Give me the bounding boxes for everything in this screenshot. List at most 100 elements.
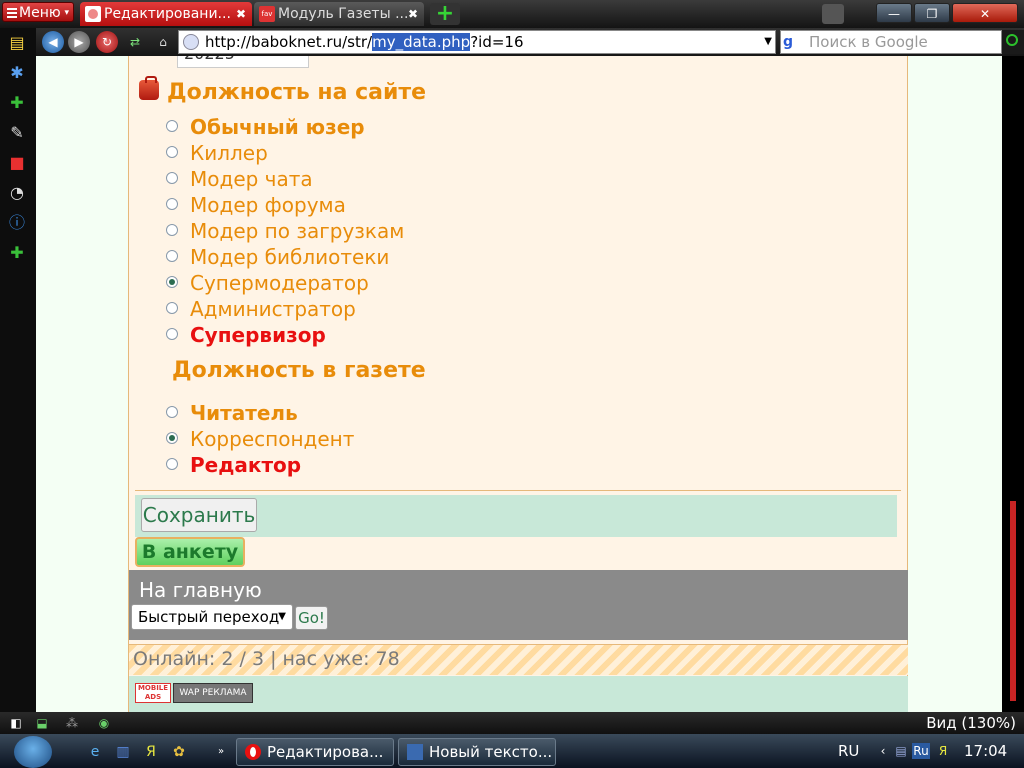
notepad-icon[interactable]: ✎ xyxy=(8,124,26,142)
radio-button[interactable] xyxy=(166,276,178,288)
radio-button[interactable] xyxy=(166,302,178,314)
minimize-button[interactable]: — xyxy=(876,3,912,23)
opera-icon xyxy=(245,744,261,760)
radio-button[interactable] xyxy=(166,198,178,210)
notepad-icon xyxy=(407,744,423,760)
panel-sidebar: ▤ ✱ ✚ ✎ ■ ◔ ⓘ ✚ xyxy=(0,28,36,712)
radio-label: Супервизор xyxy=(190,323,326,347)
radio-label: Модер библиотеки xyxy=(190,245,390,269)
search-box: g xyxy=(780,30,1002,54)
go-button[interactable]: Go! xyxy=(295,606,328,630)
chevron-down-icon: ▼ xyxy=(278,611,286,622)
briefcase-icon xyxy=(139,76,159,100)
reload-icon: ↻ xyxy=(101,35,113,49)
notes-icon[interactable]: ▤ xyxy=(8,34,26,52)
mail-icon[interactable]: ■ xyxy=(8,154,26,172)
opera-menu-button[interactable]: Меню ▾ xyxy=(2,2,74,22)
address-bar[interactable]: http://baboknet.ru/str/my_data.php?id=16… xyxy=(178,30,776,54)
tab-newspaper-module[interactable]: fav Модуль Газеты ... ✖ xyxy=(254,2,424,26)
newspaper-position-title: Должность в газете xyxy=(172,358,426,383)
save-button[interactable]: Сохранить xyxy=(141,498,257,532)
home-link[interactable]: На главную xyxy=(139,578,262,602)
tab-edit-profile[interactable]: Редактировани... ✖ xyxy=(80,2,252,26)
chevron-down-icon: ▾ xyxy=(64,8,69,18)
new-tab-button[interactable]: + xyxy=(430,3,460,25)
close-window-button[interactable]: ✕ xyxy=(952,3,1018,23)
taskbar-item-notepad[interactable]: Новый тексто... xyxy=(398,738,556,766)
zoom-level[interactable]: Вид (130%) xyxy=(926,712,1016,734)
back-button[interactable]: ◀ xyxy=(42,31,64,53)
add-panel-icon[interactable]: ✚ xyxy=(8,244,26,262)
page-favicon-icon xyxy=(85,6,101,22)
clock[interactable]: 17:04 xyxy=(964,742,1007,760)
radio-label: Модер чата xyxy=(190,167,313,191)
search-icon[interactable] xyxy=(1002,30,1024,54)
radio-button[interactable] xyxy=(166,172,178,184)
quick-launch-chevron-icon[interactable]: » xyxy=(210,741,232,763)
arrow-right-icon: ▶ xyxy=(74,35,84,49)
network-icon[interactable]: ▤ xyxy=(892,743,910,759)
explorer-icon[interactable]: ▥ xyxy=(112,741,134,763)
radio-button[interactable] xyxy=(166,406,178,418)
arrow-left-icon: ◀ xyxy=(48,35,58,49)
windows-taskbar: e ▥ Я ✿ » Редактирова... Новый тексто...… xyxy=(0,734,1024,768)
transfers-icon[interactable]: ✚ xyxy=(8,94,26,112)
trash-icon[interactable] xyxy=(822,4,844,24)
yandex-icon[interactable]: Я xyxy=(140,741,162,763)
quick-jump-select[interactable]: Быстрый переход ▼ xyxy=(131,604,293,630)
search-input[interactable] xyxy=(809,31,999,53)
radio-button[interactable] xyxy=(166,146,178,158)
browser-tab-bar: Меню ▾ Редактировани... ✖ fav Модуль Газе… xyxy=(0,0,1024,28)
mobile-ads-banner[interactable]: MOBILE ADS xyxy=(135,683,171,703)
info-icon[interactable]: ⓘ xyxy=(8,214,26,232)
restore-button[interactable]: ❐ xyxy=(914,3,950,23)
rewind-icon: ⇄ xyxy=(129,35,141,49)
app-icon[interactable]: ✿ xyxy=(168,741,190,763)
language-indicator[interactable]: RU xyxy=(838,742,859,760)
radio-button[interactable] xyxy=(166,432,178,444)
site-position-title: Должность на сайте xyxy=(167,80,427,105)
radio-button[interactable] xyxy=(166,250,178,262)
home-button[interactable]: ⌂ xyxy=(152,31,174,53)
radio-button[interactable] xyxy=(166,328,178,340)
url-selection: my_data.php xyxy=(372,33,471,51)
navigation-panel: На главную Быстрый переход ▼ Go! xyxy=(129,570,908,640)
wap-ads-banner[interactable]: WAP РЕКЛАМА xyxy=(173,683,253,703)
google-search-engine-icon[interactable]: g xyxy=(783,33,805,51)
view-icon[interactable]: ◉ xyxy=(96,715,112,731)
radio-button[interactable] xyxy=(166,120,178,132)
menu-icon xyxy=(7,8,17,18)
yandex-tray-icon[interactable]: Я xyxy=(934,743,952,759)
url-text[interactable]: http://baboknet.ru/str/my_data.php?id=16 xyxy=(205,31,524,53)
history-icon[interactable]: ◔ xyxy=(8,184,26,202)
radio-label: Супермодератор xyxy=(190,271,369,295)
reload-button[interactable]: ↻ xyxy=(96,31,118,53)
taskbar-item-opera[interactable]: Редактирова... xyxy=(236,738,394,766)
tab-title: Модуль Газеты ... xyxy=(278,6,409,22)
radio-button[interactable] xyxy=(166,458,178,470)
toggle-panel-icon[interactable]: ◧ xyxy=(8,715,24,731)
turbo-icon[interactable]: ⬓ xyxy=(34,715,50,731)
radio-button[interactable] xyxy=(166,224,178,236)
plus-icon: + xyxy=(435,1,455,26)
tab-close-icon[interactable]: ✖ xyxy=(408,2,418,26)
forward-button[interactable]: ▶ xyxy=(68,31,90,53)
scrollbar[interactable] xyxy=(1002,56,1024,712)
radio-label: Администратор xyxy=(190,297,356,321)
unite-icon[interactable]: ⁂ xyxy=(64,715,80,731)
tab-title: Редактировани... xyxy=(104,6,231,22)
previous-field-input[interactable]: 20225 xyxy=(177,56,309,68)
gear-icon[interactable]: ✱ xyxy=(8,64,26,82)
rewind-button[interactable]: ⇄ xyxy=(124,31,146,53)
online-counter[interactable]: Онлайн: 2 / 3 | нас уже: 78 xyxy=(133,648,400,670)
tab-close-icon[interactable]: ✖ xyxy=(236,2,246,26)
site-info-icon[interactable] xyxy=(183,34,199,50)
ie-icon[interactable]: e xyxy=(84,741,106,763)
profile-link-button[interactable]: В анкету xyxy=(135,537,245,567)
tray-chevron-icon[interactable]: ‹ xyxy=(874,743,892,759)
url-history-dropdown-icon[interactable]: ▼ xyxy=(764,31,772,53)
tray-language-icon[interactable]: Ru xyxy=(912,743,930,759)
browser-status-bar: ◧ ⬓ ⁂ ◉ Вид (130%) xyxy=(0,712,1024,734)
start-button[interactable] xyxy=(14,736,52,768)
radio-label: Корреспондент xyxy=(190,427,355,451)
